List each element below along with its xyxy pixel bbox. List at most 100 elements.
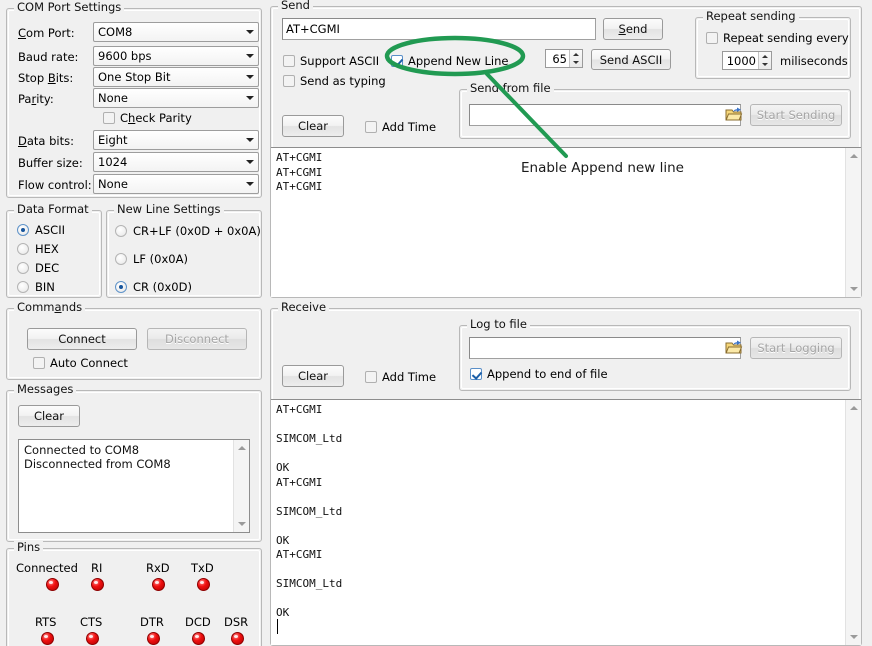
support-ascii-checkbox[interactable]: Support ASCII — [283, 54, 379, 68]
messages-group: Messages Clear Connected to COM8 Disconn… — [6, 390, 262, 542]
receive-group: Receive Clear Add Time Log to file — [270, 308, 862, 646]
send-button[interactable]: Send — [603, 18, 663, 40]
pin-label-dcd: DCD — [185, 615, 211, 629]
pin-led-dtr — [147, 632, 160, 645]
scroll-down-icon[interactable] — [234, 516, 250, 532]
send-command-value: AT+CGMI — [286, 22, 340, 36]
receive-log-scrollbar[interactable] — [845, 400, 861, 645]
append-new-line-checkbox[interactable]: Append New Line — [391, 54, 509, 68]
pin-led-connected — [46, 578, 59, 591]
scroll-up-icon[interactable] — [846, 400, 862, 416]
chevron-down-icon — [241, 89, 258, 107]
radio-label: CR (0x0D) — [133, 280, 192, 294]
radio-newline-crlf[interactable]: CR+LF (0x0D + 0x0A) — [115, 224, 261, 238]
pin-led-ri — [91, 578, 104, 591]
chevron-down-icon — [241, 131, 258, 149]
parity-value: None — [98, 91, 241, 105]
checkbox-box — [283, 55, 295, 67]
flow-control-select[interactable]: None — [93, 174, 259, 194]
append-new-line-label: Append New Line — [408, 54, 509, 68]
stop-bits-select[interactable]: One Stop Bit — [93, 67, 259, 87]
spinner-buttons[interactable] — [758, 52, 771, 69]
send-title: Send — [278, 0, 313, 11]
parity-select[interactable]: None — [93, 88, 259, 108]
repeat-interval-spinner[interactable]: 1000 — [722, 51, 772, 70]
baud-rate-select[interactable]: 9600 bps — [93, 46, 259, 66]
send-from-file-path-input[interactable] — [469, 104, 741, 126]
receive-title: Receive — [278, 301, 329, 313]
radio-data-format-hex[interactable]: HEX — [17, 242, 59, 256]
checkbox-box — [706, 32, 718, 44]
disconnect-button[interactable]: Disconnect — [147, 328, 247, 350]
com-port-settings-title: COM Port Settings — [14, 1, 124, 13]
radio-newline-cr[interactable]: CR (0x0D) — [115, 280, 192, 294]
text-caret — [277, 619, 278, 634]
send-command-input[interactable]: AT+CGMI — [282, 18, 596, 40]
send-from-file-title: Send from file — [467, 82, 554, 94]
pin-led-rxd — [152, 578, 165, 591]
auto-connect-checkbox[interactable]: Auto Connect — [33, 356, 128, 370]
radio-newline-lf[interactable]: LF (0x0A) — [115, 252, 188, 266]
start-sending-button[interactable]: Start Sending — [750, 104, 842, 126]
radio-data-format-bin[interactable]: BIN — [17, 280, 55, 294]
spinner-down-icon[interactable] — [570, 59, 582, 68]
spinner-up-icon[interactable] — [759, 52, 771, 61]
messages-scrollbar[interactable] — [233, 440, 249, 532]
check-parity-label: Check Parity — [120, 111, 192, 125]
messages-clear-button[interactable]: Clear — [18, 405, 80, 427]
scroll-up-icon[interactable] — [846, 148, 862, 164]
log-to-file-path-input[interactable] — [469, 337, 741, 359]
radio-label: DEC — [35, 261, 59, 275]
receive-clear-button[interactable]: Clear — [282, 365, 344, 387]
scroll-up-icon[interactable] — [234, 440, 250, 456]
send-log-scrollbar[interactable] — [845, 148, 861, 297]
radio-data-format-ascii[interactable]: ASCII — [17, 223, 65, 237]
buffer-size-select[interactable]: 1024 — [93, 152, 259, 172]
send-add-time-checkbox[interactable]: Add Time — [365, 120, 436, 134]
pin-label-dtr: DTR — [140, 615, 164, 629]
send-clear-button[interactable]: Clear — [282, 115, 344, 137]
spinner-down-icon[interactable] — [759, 61, 771, 70]
append-to-end-of-file-checkbox[interactable]: Append to end of file — [470, 367, 608, 381]
parity-label: Parity: — [18, 92, 54, 106]
start-logging-button[interactable]: Start Logging — [750, 337, 842, 359]
radio-label: HEX — [35, 242, 59, 256]
com-port-label: Com Port: — [18, 26, 75, 40]
baud-rate-value: 9600 bps — [98, 49, 241, 63]
radio-dot — [115, 225, 127, 237]
check-parity-checkbox[interactable]: Check Parity — [103, 111, 192, 125]
radio-label: LF (0x0A) — [133, 252, 188, 266]
send-from-file-group: Send from file Start Sending — [459, 89, 851, 139]
radio-dot — [17, 281, 29, 293]
pin-label-rxd: RxD — [146, 561, 170, 575]
messages-list[interactable]: Connected to COM8 Disconnected from COM8 — [18, 439, 250, 533]
chevron-down-icon — [241, 153, 258, 171]
radio-label: CR+LF (0x0D + 0x0A) — [133, 224, 261, 238]
spinner-buttons[interactable] — [569, 50, 582, 67]
flow-control-value: None — [98, 177, 241, 191]
receive-log[interactable]: AT+CGMI SIMCOM_Ltd OK AT+CGMI SIMCOM_Ltd… — [271, 399, 861, 645]
scroll-down-icon[interactable] — [846, 629, 862, 645]
pin-label-dsr: DSR — [224, 615, 248, 629]
radio-data-format-dec[interactable]: DEC — [17, 261, 59, 275]
send-as-typing-checkbox[interactable]: Send as typing — [283, 74, 386, 88]
app-window: COM Port Settings Com Port: COM8 Baud ra… — [0, 0, 872, 646]
receive-add-time-checkbox[interactable]: Add Time — [365, 370, 436, 384]
radio-dot — [17, 262, 29, 274]
log-to-file-group: Log to file Start Logging — [459, 325, 851, 391]
commands-group: Commands Connect Disconnect Auto Connect — [6, 308, 262, 380]
connect-button[interactable]: Connect — [27, 328, 137, 350]
send-ascii-button[interactable]: Send ASCII — [591, 49, 671, 70]
scroll-down-icon[interactable] — [846, 281, 862, 297]
ascii-code-spinner[interactable]: 65 — [545, 49, 583, 68]
stop-bits-label: Stop Bits: — [18, 71, 73, 85]
com-port-select[interactable]: COM8 — [93, 22, 259, 42]
spinner-up-icon[interactable] — [570, 50, 582, 59]
pin-label-ri: RI — [91, 561, 102, 575]
data-bits-select[interactable]: Eight — [93, 130, 259, 150]
repeat-sending-every-checkbox[interactable]: Repeat sending every — [706, 31, 849, 45]
folder-open-icon[interactable] — [725, 106, 744, 123]
data-format-group: Data Format ASCII HEX DEC BIN — [6, 210, 102, 298]
flow-control-label: Flow control: — [18, 178, 92, 192]
folder-open-icon[interactable] — [725, 339, 744, 356]
